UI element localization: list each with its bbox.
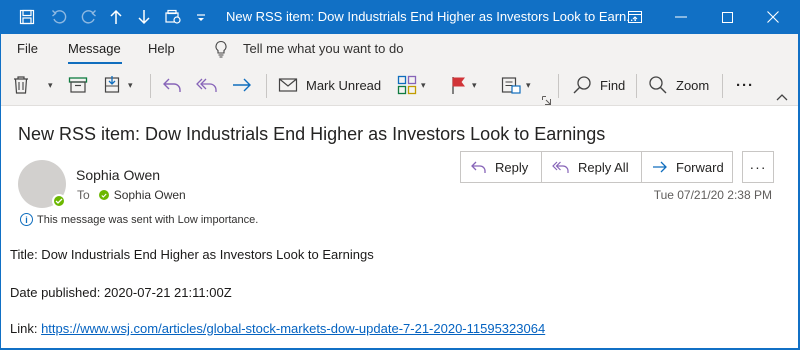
dialog-launcher-icon[interactable]: [542, 92, 551, 110]
undo-icon[interactable]: [48, 6, 70, 28]
chevron-down-icon: ▾: [128, 79, 133, 90]
chevron-down-icon: ▾: [421, 79, 426, 90]
zoom-button[interactable]: Zoom: [648, 71, 709, 99]
mark-unread-button[interactable]: Mark Unread: [278, 71, 381, 99]
reply-button[interactable]: Reply: [461, 152, 542, 182]
tab-file[interactable]: File: [17, 41, 38, 56]
response-actions: Reply Reply All Forward: [460, 151, 733, 183]
delete-dropdown[interactable]: ▾: [44, 71, 53, 99]
window-title: New RSS item: Dow Industrials End Higher…: [226, 9, 638, 24]
ribbon-separator: [266, 74, 267, 98]
delete-button[interactable]: [12, 71, 30, 99]
search-icon: [572, 75, 592, 95]
save-icon[interactable]: [16, 6, 38, 28]
tags-icon: [500, 75, 522, 95]
title-bar: New RSS item: Dow Industrials End Higher…: [0, 0, 800, 34]
chevron-down-icon: ▾: [526, 79, 531, 90]
info-icon: i: [20, 213, 33, 226]
ribbon-separator: [150, 74, 151, 98]
body-link-line: Link: https://www.wsj.com/articles/globa…: [10, 321, 545, 336]
message-subject: New RSS item: Dow Industrials End Higher…: [18, 124, 606, 144]
close-icon[interactable]: [750, 0, 796, 34]
minimize-icon[interactable]: [658, 0, 704, 34]
window-border-left: [0, 34, 1, 350]
recipient-name[interactable]: Sophia Owen: [114, 188, 186, 202]
sender-name[interactable]: Sophia Owen: [76, 167, 160, 183]
archive-icon: [68, 76, 88, 94]
forward-button[interactable]: Forward: [642, 152, 732, 182]
chevron-down-icon: ▾: [472, 79, 477, 90]
reply-all-button[interactable]: Reply All: [542, 152, 642, 182]
more-actions-button[interactable]: ···: [742, 151, 774, 183]
categorize-icon: [397, 75, 417, 95]
reply-icon: [162, 76, 182, 94]
to-label: To: [77, 188, 90, 202]
importance-infobar: i This message was sent with Low importa…: [20, 213, 258, 226]
ribbon-forward-button[interactable]: [232, 71, 252, 99]
chevron-down-icon: ▾: [48, 79, 53, 90]
article-link[interactable]: https://www.wsj.com/articles/global-stoc…: [41, 321, 545, 336]
presence-available-icon: [98, 190, 109, 200]
find-button[interactable]: Find: [572, 71, 625, 99]
body-date-line: Date published: 2020-07-21 21:11:00Z: [10, 285, 232, 300]
recipients-line: To Sophia Owen: [77, 188, 186, 202]
body-title-line: Title: Dow Industrials End Higher as Inv…: [10, 247, 374, 262]
qat-dropdown-icon[interactable]: [194, 6, 208, 28]
trash-icon: [12, 75, 30, 95]
tell-me-search[interactable]: Tell me what you want to do: [243, 41, 403, 56]
lightbulb-icon: [214, 40, 228, 63]
importance-text: This message was sent with Low importanc…: [37, 213, 259, 226]
more-commands-button[interactable]: ···: [736, 71, 754, 99]
ribbon-reply-button[interactable]: [162, 71, 182, 99]
ribbon-commands: ▾ ▾ Mark Unread ▾ ▾ ▾ Find Zoom ···: [0, 64, 800, 106]
forward-icon: [232, 76, 252, 94]
ribbon-reply-all-button[interactable]: [196, 71, 218, 99]
move-button[interactable]: ▾: [104, 71, 133, 99]
reply-all-icon: [542, 160, 578, 174]
next-item-icon[interactable]: [134, 6, 154, 28]
magnifier-icon: [648, 75, 668, 95]
follow-up-button[interactable]: ▾: [450, 71, 477, 99]
customize-icon[interactable]: [162, 6, 184, 28]
maximize-icon[interactable]: [704, 0, 750, 34]
forward-icon: [642, 160, 676, 174]
tab-help[interactable]: Help: [148, 41, 175, 56]
ribbon-separator: [722, 74, 723, 98]
presence-available-icon: [52, 194, 66, 208]
tags-button[interactable]: ▾: [500, 71, 531, 99]
flag-icon: [450, 75, 468, 95]
previous-item-icon[interactable]: [106, 6, 126, 28]
tab-message[interactable]: Message: [68, 41, 121, 56]
redo-icon[interactable]: [78, 6, 100, 28]
restore-ribbon-icon[interactable]: [612, 0, 658, 34]
message-date: Tue 07/21/20 2:38 PM: [653, 188, 772, 202]
move-icon: [104, 75, 124, 95]
archive-button[interactable]: [68, 71, 88, 99]
ribbon-separator: [636, 74, 637, 98]
link-label: Link:: [10, 321, 42, 336]
categorize-button[interactable]: ▾: [397, 71, 426, 99]
reply-icon: [461, 160, 495, 174]
ribbon-separator: [558, 74, 559, 98]
envelope-icon: [278, 77, 298, 93]
reply-all-icon: [196, 76, 218, 94]
collapse-ribbon-icon[interactable]: [776, 88, 788, 106]
